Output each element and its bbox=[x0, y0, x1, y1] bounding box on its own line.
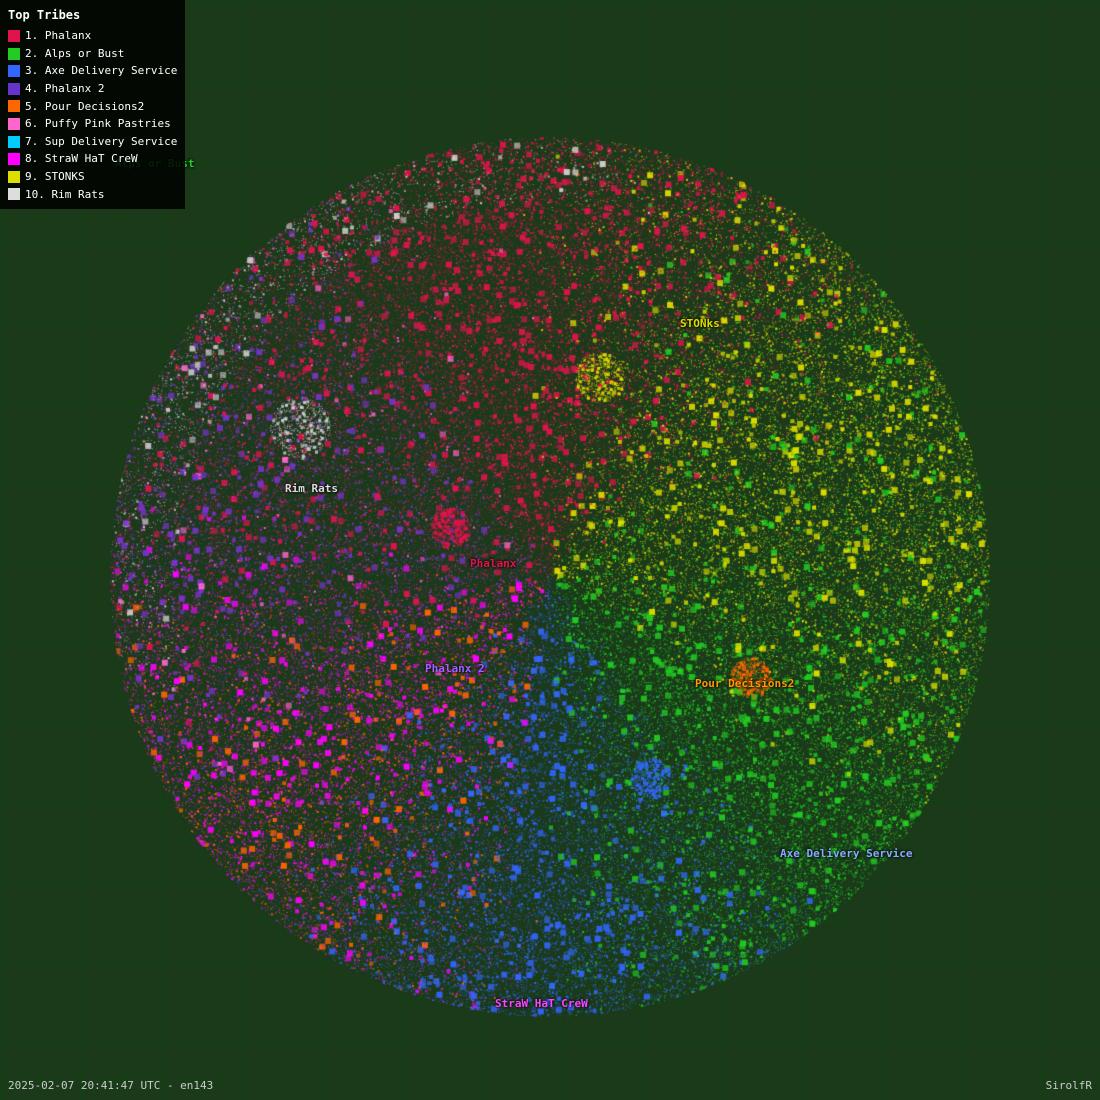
footer-author: SirolfR bbox=[1046, 1079, 1092, 1092]
legend-items: 1. Phalanx 2. Alps or Bust 3. Axe Delive… bbox=[8, 27, 177, 203]
legend-item-label: 1. Phalanx bbox=[25, 27, 91, 45]
legend-item-label: 7. Sup Delivery Service bbox=[25, 133, 177, 151]
legend-item: 6. Puffy Pink Pastries bbox=[8, 115, 177, 133]
legend-item-label: 6. Puffy Pink Pastries bbox=[25, 115, 171, 133]
map-canvas bbox=[100, 127, 1000, 1027]
legend-item: 3. Axe Delivery Service bbox=[8, 62, 177, 80]
legend-item: 5. Pour Decisions2 bbox=[8, 98, 177, 116]
legend-item: 1. Phalanx bbox=[8, 27, 177, 45]
legend-title: Top Tribes bbox=[8, 6, 177, 25]
legend-color-swatch bbox=[8, 65, 20, 77]
legend-item: 2. Alps or Bust bbox=[8, 45, 177, 63]
map-container: Rim RatsSTONksPhalanxPhalanx 2Pour Decis… bbox=[100, 127, 1000, 1027]
legend-item: 10. Rim Rats bbox=[8, 186, 177, 204]
legend-color-swatch bbox=[8, 48, 20, 60]
legend-color-swatch bbox=[8, 30, 20, 42]
legend-item-label: 2. Alps or Bust bbox=[25, 45, 124, 63]
legend-item: 8. StraW HaT CreW bbox=[8, 150, 177, 168]
legend-color-swatch bbox=[8, 153, 20, 165]
footer-timestamp: 2025-02-07 20:41:47 UTC - en143 bbox=[8, 1079, 213, 1092]
legend-color-swatch bbox=[8, 118, 20, 130]
legend-color-swatch bbox=[8, 171, 20, 183]
legend-item-label: 3. Axe Delivery Service bbox=[25, 62, 177, 80]
legend-color-swatch bbox=[8, 188, 20, 200]
legend-item: 4. Phalanx 2 bbox=[8, 80, 177, 98]
legend-color-swatch bbox=[8, 136, 20, 148]
legend-item: 9. STONKS bbox=[8, 168, 177, 186]
legend-box: Top Tribes 1. Phalanx 2. Alps or Bust 3.… bbox=[0, 0, 185, 209]
legend-item-label: 4. Phalanx 2 bbox=[25, 80, 104, 98]
legend-item-label: 5. Pour Decisions2 bbox=[25, 98, 144, 116]
legend-item: 7. Sup Delivery Service bbox=[8, 133, 177, 151]
legend-color-swatch bbox=[8, 100, 20, 112]
legend-item-label: 8. StraW HaT CreW bbox=[25, 150, 138, 168]
legend-item-label: 9. STONKS bbox=[25, 168, 85, 186]
legend-color-swatch bbox=[8, 83, 20, 95]
legend-item-label: 10. Rim Rats bbox=[25, 186, 104, 204]
